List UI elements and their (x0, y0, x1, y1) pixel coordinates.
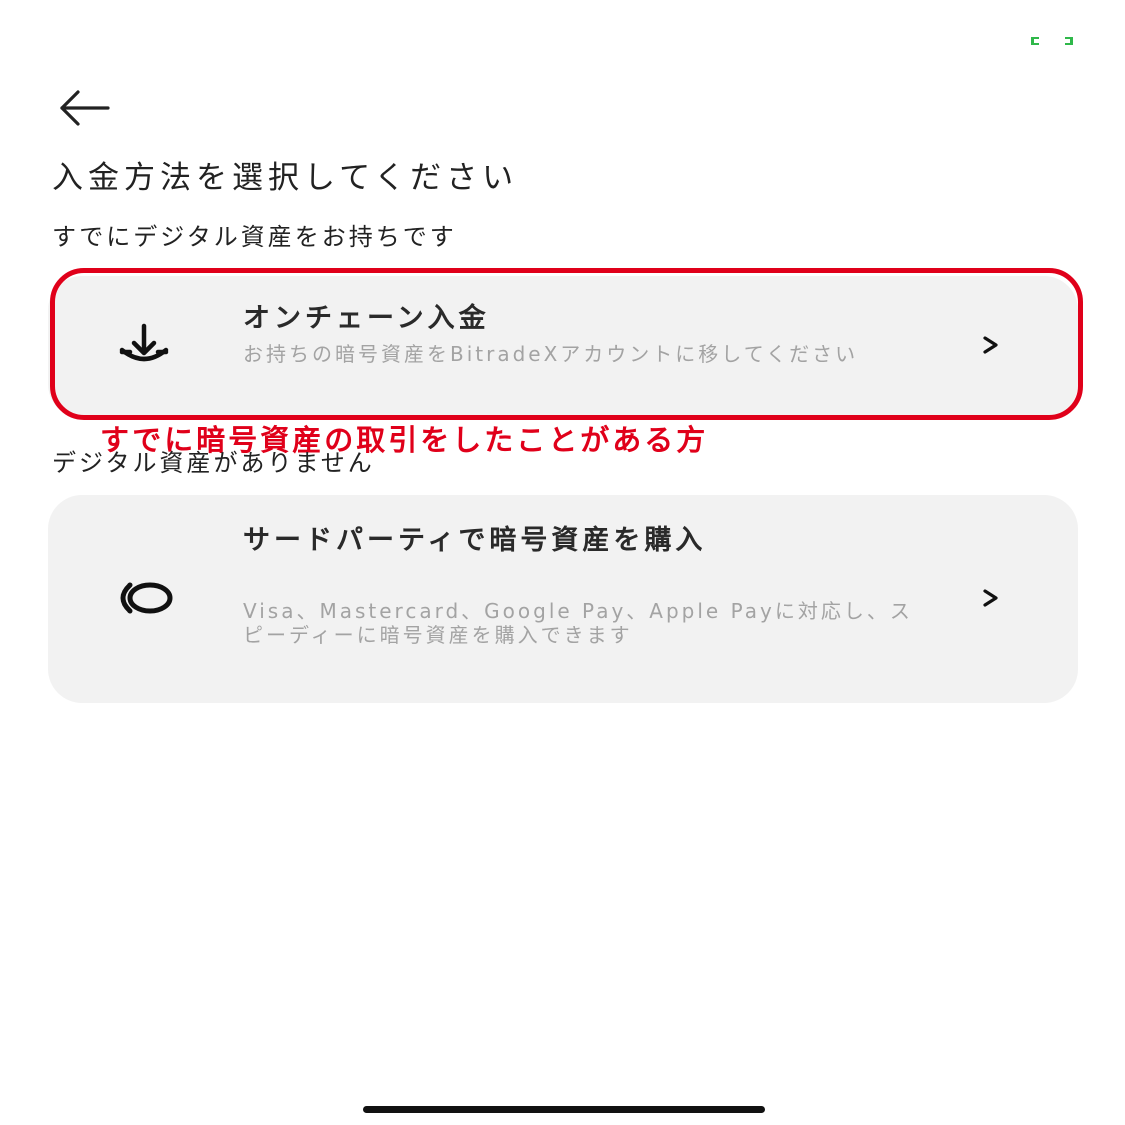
third-party-purchase-title: サードパーティで暗号資産を購入 (243, 525, 707, 556)
section-label-has-assets: すでにデジタル資産をお持ちです (52, 223, 457, 251)
section-label-no-assets: デジタル資産がありません (52, 449, 375, 477)
back-button[interactable] (56, 88, 114, 128)
onchain-deposit-title: オンチェーン入金 (243, 303, 490, 334)
onchain-deposit-option[interactable]: オンチェーン入金 お持ちの暗号資産をBitradeXアカウントに移してください (48, 276, 1078, 418)
onchain-deposit-description: お持ちの暗号資産をBitradeXアカウントに移してください (243, 342, 859, 366)
download-icon (110, 322, 180, 372)
home-indicator[interactable] (363, 1106, 765, 1113)
page-title: 入金方法を選択してください (52, 160, 519, 196)
third-party-icon (110, 573, 180, 623)
status-indicator (1029, 32, 1075, 45)
third-party-purchase-option[interactable]: サードパーティで暗号資産を購入 Visa、Mastercard、Google P… (48, 495, 1078, 703)
third-party-purchase-description: Visa、Mastercard、Google Pay、Apple Payに対応し… (243, 599, 913, 647)
chevron-right-icon (980, 334, 1002, 356)
arrow-left-icon (60, 90, 110, 126)
battery-status-icon (1031, 37, 1073, 45)
chevron-right-icon (980, 587, 1002, 609)
